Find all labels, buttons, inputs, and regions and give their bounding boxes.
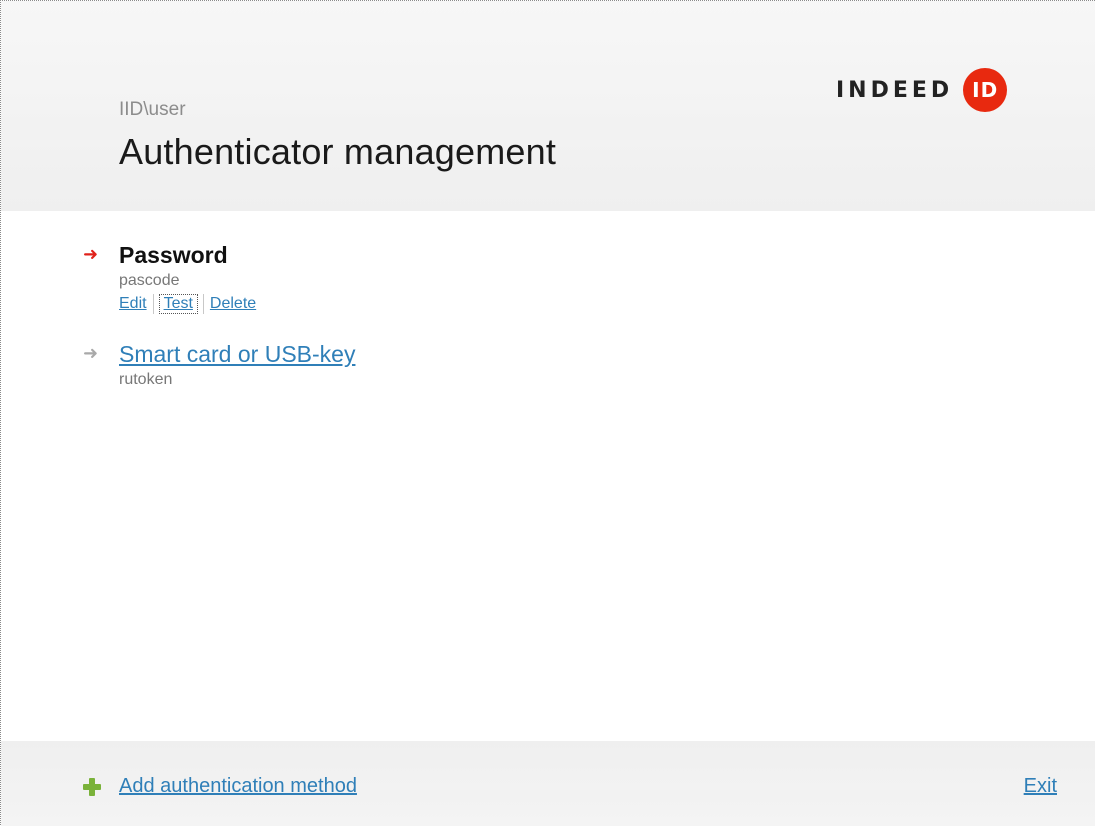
method-actions-password: Edit Test Delete (119, 294, 355, 314)
right-arrow-icon: ➜ (83, 343, 99, 363)
plus-icon[interactable] (83, 777, 101, 796)
method-title-password: Password (119, 242, 228, 268)
method-subtitle-password: pascode (119, 272, 180, 289)
right-arrow-icon: ➜ (83, 244, 99, 264)
exit-link[interactable]: Exit (1024, 775, 1057, 798)
logo-wordmark: INDEED (836, 77, 954, 103)
header: IID\user Authenticator management INDEED… (1, 1, 1095, 211)
method-item-smart-card: ➜ Smart card or USB-key rutoken (83, 340, 355, 389)
footer: Add authentication method Exit (1, 741, 1095, 826)
action-separator (152, 294, 154, 314)
action-separator (202, 294, 204, 314)
method-item-password: ➜ Password pascode Edit Test Delete (83, 241, 355, 314)
method-subtitle-smart-card: rutoken (119, 371, 173, 388)
authenticator-window: IID\user Authenticator management INDEED… (0, 0, 1095, 826)
logo-badge: ID (963, 68, 1008, 112)
edit-link[interactable]: Edit (119, 295, 147, 313)
domain-user-label: IID\user (119, 99, 186, 120)
delete-link[interactable]: Delete (210, 295, 256, 313)
authentication-methods-list: ➜ Password pascode Edit Test Delete ➜ Sm… (83, 241, 355, 415)
method-title-smart-card[interactable]: Smart card or USB-key (119, 340, 355, 368)
page-title: Authenticator management (119, 131, 557, 172)
add-authentication-method-link[interactable]: Add authentication method (119, 775, 357, 798)
test-link[interactable]: Test (158, 294, 198, 314)
indeed-id-logo: INDEED ID (836, 68, 1008, 112)
add-method-row[interactable]: Add authentication method (83, 775, 357, 798)
